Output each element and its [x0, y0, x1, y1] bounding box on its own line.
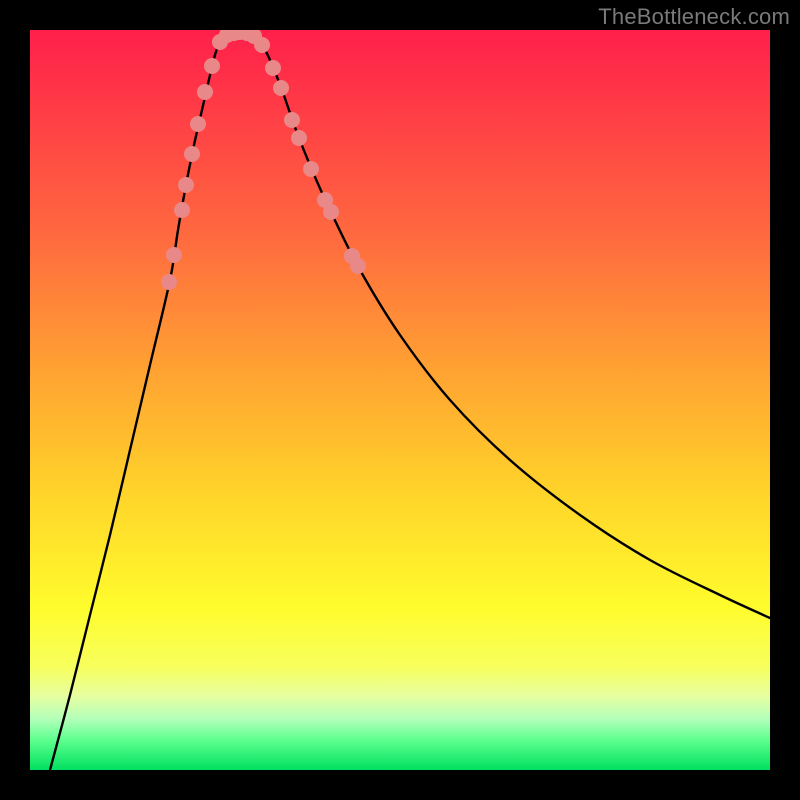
highlight-dot	[184, 146, 200, 162]
highlight-dot	[178, 177, 194, 193]
highlight-dot	[190, 116, 206, 132]
highlight-dot	[303, 161, 319, 177]
highlight-dot	[161, 274, 177, 290]
bottleneck-curve	[50, 32, 770, 770]
highlight-dot	[284, 112, 300, 128]
outer-frame: TheBottleneck.com	[0, 0, 800, 800]
highlight-dot	[204, 58, 220, 74]
chart-svg	[30, 30, 770, 770]
highlight-dot	[197, 84, 213, 100]
highlight-dot	[265, 60, 281, 76]
watermark-label: TheBottleneck.com	[598, 4, 790, 30]
highlight-dot	[350, 258, 366, 274]
highlight-dot	[254, 37, 270, 53]
highlight-dot	[323, 204, 339, 220]
highlight-dot	[174, 202, 190, 218]
chart-plot-area	[30, 30, 770, 770]
highlight-dot	[166, 247, 182, 263]
highlight-dot	[273, 80, 289, 96]
highlight-dot	[291, 130, 307, 146]
